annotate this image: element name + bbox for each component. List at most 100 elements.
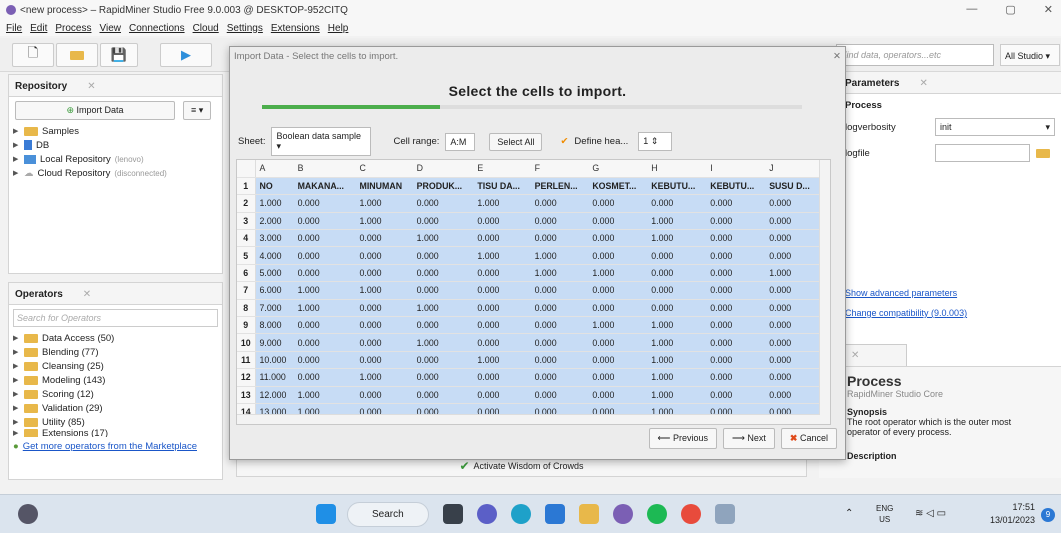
table-cell[interactable]: TISU DA... bbox=[473, 177, 531, 196]
operator-group[interactable]: ▶ Validation (29) bbox=[9, 401, 222, 415]
column-header[interactable]: E bbox=[473, 160, 531, 178]
table-cell[interactable]: 11.000 bbox=[255, 368, 294, 387]
widgets-icon[interactable] bbox=[18, 504, 38, 524]
table-cell[interactable]: 0.000 bbox=[765, 299, 820, 318]
table-cell[interactable]: MAKANA... bbox=[293, 177, 356, 196]
operator-search-input[interactable]: Search for Operators bbox=[13, 309, 218, 327]
maximize-icon[interactable]: ▢ bbox=[1005, 3, 1015, 16]
table-cell[interactable]: 0.000 bbox=[706, 194, 766, 213]
global-search-input[interactable]: Find data, operators...etc bbox=[836, 44, 994, 66]
menu-view[interactable]: View bbox=[99, 23, 121, 34]
table-cell[interactable]: 0.000 bbox=[530, 386, 589, 404]
table-cell[interactable]: 1.000 bbox=[355, 194, 413, 213]
menu-cloud[interactable]: Cloud bbox=[193, 23, 219, 34]
table-cell[interactable]: 0.000 bbox=[412, 281, 474, 300]
table-cell[interactable]: 0.000 bbox=[355, 351, 413, 370]
rapidminer-icon[interactable] bbox=[613, 504, 633, 524]
table-cell[interactable]: KEBUTU... bbox=[647, 177, 707, 196]
table-cell[interactable]: 0.000 bbox=[706, 351, 766, 370]
table-cell[interactable]: 0.000 bbox=[355, 264, 413, 283]
header-row-spinner[interactable]: 1 ⇕ bbox=[638, 132, 673, 151]
table-cell[interactable]: 0.000 bbox=[647, 264, 707, 283]
notification-badge[interactable]: 9 bbox=[1041, 508, 1055, 522]
repo-item-cloud[interactable]: ▶ ☁ Cloud Repository (disconnected) bbox=[9, 166, 222, 180]
table-cell[interactable]: 0.000 bbox=[706, 368, 766, 387]
previous-button[interactable]: ⟵ Previous bbox=[648, 428, 717, 449]
table-cell[interactable]: SUSU D... bbox=[765, 177, 820, 196]
table-cell[interactable]: 0.000 bbox=[588, 229, 648, 248]
table-cell[interactable]: 8.000 bbox=[255, 316, 294, 335]
repo-item-samples[interactable]: ▶ Samples bbox=[9, 124, 222, 138]
table-cell[interactable]: 1.000 bbox=[647, 212, 707, 231]
table-cell[interactable]: 0.000 bbox=[588, 299, 648, 318]
column-header[interactable]: D bbox=[412, 160, 474, 178]
table-cell[interactable]: 7.000 bbox=[255, 299, 294, 318]
menu-extensions[interactable]: Extensions bbox=[271, 23, 320, 34]
table-cell[interactable]: 0.000 bbox=[765, 386, 820, 404]
table-cell[interactable]: 0.000 bbox=[706, 229, 766, 248]
table-cell[interactable]: 0.000 bbox=[765, 246, 820, 265]
table-cell[interactable]: 0.000 bbox=[588, 368, 648, 387]
table-cell[interactable]: 0.000 bbox=[412, 264, 474, 283]
table-cell[interactable]: 0.000 bbox=[293, 368, 356, 387]
table-row[interactable]: 12 11.000 0.000 1.000 0.000 0.000 0.000 0.000 1.… bbox=[237, 368, 820, 387]
next-button[interactable]: ⟶ Next bbox=[722, 428, 775, 449]
table-cell[interactable]: 1.000 bbox=[412, 299, 474, 318]
marketplace-link[interactable]: Get more operators from the Marketplace bbox=[23, 441, 197, 452]
table-cell[interactable]: 1.000 bbox=[473, 351, 531, 370]
table-cell[interactable]: 0.000 bbox=[530, 194, 589, 213]
operator-group[interactable]: ▶ Modeling (143) bbox=[9, 373, 222, 387]
import-data-button[interactable]: ⊕ Import Data bbox=[15, 101, 175, 120]
table-cell[interactable]: 0.000 bbox=[647, 281, 707, 300]
table-cell[interactable]: 0.000 bbox=[706, 316, 766, 335]
table-cell[interactable]: 0.000 bbox=[765, 281, 820, 300]
table-cell[interactable]: 0.000 bbox=[412, 212, 474, 231]
table-cell[interactable]: 0.000 bbox=[293, 316, 356, 335]
table-cell[interactable]: 0.000 bbox=[412, 351, 474, 370]
table-cell[interactable]: 0.000 bbox=[706, 299, 766, 318]
spotify-icon[interactable] bbox=[647, 504, 667, 524]
table-cell[interactable]: 0.000 bbox=[765, 229, 820, 248]
table-cell[interactable]: 0.000 bbox=[530, 212, 589, 231]
table-cell[interactable]: 1.000 bbox=[293, 281, 356, 300]
taskbar-search[interactable]: Search bbox=[347, 502, 429, 527]
show-advanced-link[interactable]: Show advanced parameters bbox=[845, 288, 957, 298]
table-cell[interactable]: 0.000 bbox=[706, 281, 766, 300]
table-cell[interactable]: 0.000 bbox=[588, 386, 648, 404]
tray-chevron-icon[interactable]: ⌃ bbox=[845, 508, 853, 519]
table-cell[interactable]: 0.000 bbox=[473, 281, 531, 300]
table-row[interactable]: 2 1.000 0.000 1.000 0.000 1.000 0.000 0.000 0.00… bbox=[237, 194, 820, 213]
table-cell[interactable]: 1.000 bbox=[293, 386, 356, 404]
column-header[interactable]: I bbox=[706, 160, 766, 178]
table-cell[interactable]: 1.000 bbox=[530, 264, 589, 283]
menu-settings[interactable]: Settings bbox=[227, 23, 263, 34]
table-cell[interactable]: 0.000 bbox=[706, 246, 766, 265]
table-cell[interactable]: 2.000 bbox=[255, 212, 294, 231]
table-cell[interactable]: 3.000 bbox=[255, 229, 294, 248]
perspective-select[interactable]: All Studio ▾ bbox=[1000, 44, 1060, 66]
table-cell[interactable]: 1.000 bbox=[355, 281, 413, 300]
cell-grid[interactable]: ABCDEFGHIJ 1 NO MAKANA... MINUMAN PRODUK... T… bbox=[236, 159, 831, 425]
table-cell[interactable]: KEBUTU... bbox=[706, 177, 766, 196]
table-cell[interactable]: 0.000 bbox=[530, 281, 589, 300]
cancel-button[interactable]: ✖ Cancel bbox=[780, 428, 837, 449]
repo-item-db[interactable]: ▶ DB bbox=[9, 138, 222, 152]
table-cell[interactable]: 0.000 bbox=[588, 281, 648, 300]
table-cell[interactable]: 1.000 bbox=[647, 333, 707, 352]
table-cell[interactable]: 0.000 bbox=[530, 229, 589, 248]
minimize-icon[interactable]: — bbox=[966, 3, 977, 16]
table-cell[interactable]: 0.000 bbox=[588, 212, 648, 231]
table-cell[interactable]: PRODUK... bbox=[412, 177, 474, 196]
parameters-tab[interactable]: Parameters bbox=[845, 78, 899, 89]
table-cell[interactable]: 1.000 bbox=[530, 246, 589, 265]
table-cell[interactable]: 0.000 bbox=[293, 351, 356, 370]
table-cell[interactable]: MINUMAN bbox=[355, 177, 413, 196]
table-row[interactable]: 10 9.000 0.000 0.000 1.000 0.000 0.000 0.000 1.0… bbox=[237, 333, 820, 352]
column-header[interactable]: C bbox=[355, 160, 413, 178]
table-cell[interactable]: KOSMET... bbox=[588, 177, 648, 196]
table-cell[interactable]: 0.000 bbox=[412, 316, 474, 335]
table-row[interactable]: 3 2.000 0.000 1.000 0.000 0.000 0.000 0.000 1.00… bbox=[237, 212, 820, 231]
menu-process[interactable]: Process bbox=[55, 23, 91, 34]
table-cell[interactable]: 0.000 bbox=[293, 246, 356, 265]
table-cell[interactable]: 0.000 bbox=[765, 194, 820, 213]
